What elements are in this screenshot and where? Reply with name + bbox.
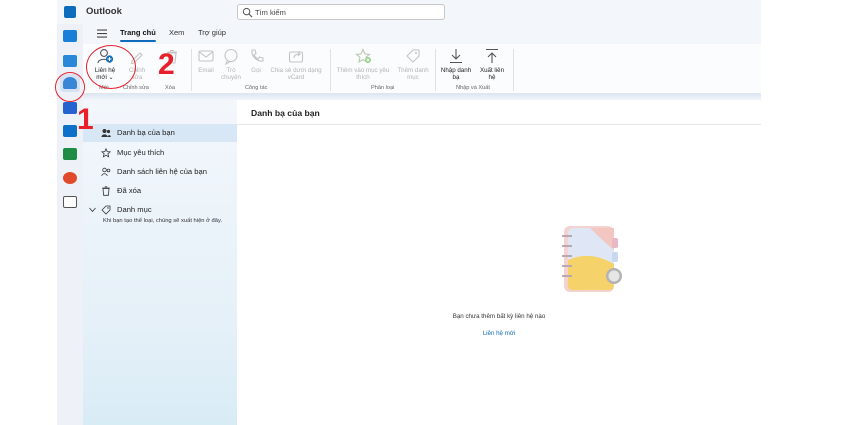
export-contacts-button[interactable]: Xuất liên hệ [475,47,509,81]
tab-help[interactable]: Trợ giúp [198,28,226,37]
tag-icon [101,205,111,215]
chat-button[interactable]: Trò chuyện [217,47,245,81]
categories-hint: Khi bạn tạo thể loại, chúng sẽ xuất hiện… [103,218,223,224]
categorize-label-2: mục [407,74,419,81]
contacts-main-pane: Danh bạ của bạn Bạn chưa thêm bất kỳ liê… [237,100,761,425]
new-contact-link[interactable]: Liên hệ mới [237,330,761,337]
ribbon-separator [435,49,436,91]
excel-app-icon[interactable] [63,148,77,160]
add-favorite-label-2: thích [356,74,370,81]
call-button[interactable]: Gọi [246,47,266,74]
star-add-icon [355,48,371,64]
search-box[interactable] [237,4,445,20]
active-tab-indicator [120,40,156,42]
trash-icon [102,186,110,196]
annotation-circle-1 [55,72,85,102]
add-favorite-button[interactable]: Thêm vào mục yêu thích [333,47,393,81]
folder-label: Danh mục [117,205,152,214]
folder-pane: Danh bạ của bạn Mục yêu thích Danh sách … [83,100,237,425]
mail-app-icon[interactable] [63,30,77,42]
folder-your-contacts[interactable]: Danh bạ của bạn [83,124,237,142]
share-vcard-label-1: Chia sẻ dưới dạng [270,67,322,74]
search-icon [242,7,253,18]
empty-state-message: Bạn chưa thêm bất kỳ liên hệ nào [452,313,546,320]
folder-favorites[interactable]: Mục yêu thích [83,144,237,162]
email-label: Email [198,67,214,74]
search-input[interactable] [255,6,440,18]
app-title: Outlook [86,6,122,17]
export-label-1: Xuất liên [479,67,505,74]
folder-categories[interactable]: Danh mục [83,201,237,219]
annotation-step-2: 2 [158,48,175,81]
email-button[interactable]: Email [195,47,217,74]
chat-bubble-icon [224,48,238,65]
categorize-label-1: Thêm danh [397,67,429,74]
tag-icon [406,49,420,63]
group-import-export-label: Nhập và Xuất [456,85,490,91]
export-label-2: hệ [488,74,496,81]
ribbon-separator [513,49,514,91]
onedrive-app-icon[interactable] [63,125,77,137]
call-label: Gọi [251,67,261,74]
page-title: Danh bạ của bạn [251,108,320,118]
share-vcard-label-2: vCard [287,74,305,81]
folder-deleted[interactable]: Đã xóa [83,182,237,200]
group-edit-label: Chỉnh sửa [123,85,149,91]
chat-label-1: Trò [226,67,236,74]
title-bar: Outlook [57,0,761,24]
group-communicate-label: Công tác [245,85,268,91]
envelope-icon [198,50,214,62]
header-divider [237,124,761,125]
folder-contact-lists[interactable]: Danh sách liên hệ của bạn [83,163,237,181]
hamburger-menu-icon[interactable] [97,29,107,38]
more-apps-icon[interactable] [63,196,77,208]
annotation-step-1: 1 [77,103,94,136]
office-app-icon[interactable] [63,172,77,184]
import-arrow-icon [450,49,462,64]
folder-label: Mục yêu thích [117,148,165,157]
import-label-1: Nhập danh [440,67,472,74]
folder-label: Danh sách liên hệ của bạn [117,167,207,176]
annotation-circle-2 [86,45,136,89]
import-contacts-button[interactable]: Nhập danh bạ [438,47,474,81]
folder-label: Đã xóa [117,186,142,195]
export-arrow-icon [486,48,498,63]
tab-home[interactable]: Trang chủ [120,28,156,37]
import-label-2: bạ [452,74,460,81]
folder-label: Danh bạ của bạn [117,128,175,137]
calendar-app-icon[interactable] [63,55,77,67]
outlook-logo-icon [64,6,76,18]
share-icon [288,51,304,63]
add-favorite-label-1: Thêm vào mục yêu [336,67,390,74]
contact-list-icon [101,167,111,177]
star-icon [101,148,111,158]
todo-app-icon[interactable] [63,102,77,114]
phone-icon [251,49,264,62]
ribbon-separator [330,49,331,91]
address-book-icon [562,226,622,292]
group-delete-label: Xóa [165,85,175,91]
group-classify-label: Phân loại [371,85,395,91]
share-vcard-button[interactable]: Chia sẻ dưới dạng vCard [266,47,326,81]
ribbon-separator [191,49,192,91]
categorize-button[interactable]: Thêm danh mục [395,47,431,81]
ribbon-toolbar: Liên hệ mới ⌄ Chỉnh sửa Mới Chỉnh sửa Xó… [83,44,761,94]
contacts-icon [101,129,111,137]
menu-tabs: Trang chủ Xem Trợ giúp [83,24,761,44]
chevron-down-icon[interactable] [89,207,96,213]
tab-view[interactable]: Xem [169,28,184,37]
chat-label-2: chuyện [221,74,241,81]
